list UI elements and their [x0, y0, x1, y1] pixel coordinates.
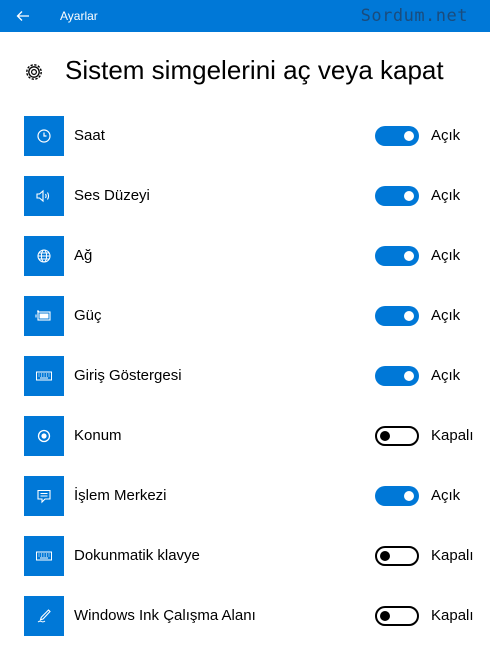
- watermark-text: Sordum.net: [360, 6, 468, 26]
- action-center-icon: [24, 476, 64, 516]
- toggle-knob: [404, 491, 414, 501]
- clock-icon: [24, 116, 64, 156]
- list-item-location: Konum Kapalı: [0, 416, 490, 476]
- battery-icon: [24, 296, 64, 336]
- toggle-switch[interactable]: [375, 126, 419, 146]
- toggle-knob: [380, 611, 390, 621]
- keyboard-icon: [24, 356, 64, 396]
- item-label: Ağ: [74, 247, 93, 264]
- list-item-action-center: İşlem Merkezi Açık: [0, 476, 490, 536]
- toggle-switch[interactable]: [375, 426, 419, 446]
- toggle-switch[interactable]: [375, 546, 419, 566]
- list-item-clock: Saat Açık: [0, 116, 490, 176]
- toggle-knob: [380, 431, 390, 441]
- toggle-knob: [404, 311, 414, 321]
- list-item-volume: Ses Düzeyi Açık: [0, 176, 490, 236]
- toggle-state: Açık: [431, 187, 461, 204]
- toggle-switch[interactable]: [375, 486, 419, 506]
- item-label: Konum: [74, 427, 122, 444]
- toggle-state: Açık: [431, 127, 461, 144]
- list-item-touch-keyboard: Dokunmatik klavye Kapalı: [0, 536, 490, 596]
- toggle-state: Kapalı: [431, 427, 474, 444]
- toggle-switch[interactable]: [375, 366, 419, 386]
- speaker-icon: [24, 176, 64, 216]
- toggle-switch[interactable]: [375, 306, 419, 326]
- toggle-knob: [404, 371, 414, 381]
- back-arrow-icon: [16, 11, 29, 21]
- toggle-state: Açık: [431, 307, 461, 324]
- back-button[interactable]: [0, 0, 46, 32]
- item-label: İşlem Merkezi: [74, 487, 167, 504]
- item-label: Giriş Göstergesi: [74, 367, 182, 384]
- toggle-state: Açık: [431, 247, 461, 264]
- gear-icon: [26, 64, 42, 80]
- toggle-state: Açık: [431, 367, 461, 384]
- item-label: Windows Ink Çalışma Alanı: [74, 607, 256, 624]
- toggle-knob: [404, 131, 414, 141]
- item-label: Saat: [74, 127, 105, 144]
- title-bar: Ayarlar Sordum.net: [0, 0, 490, 32]
- list-item-power: Güç Açık: [0, 296, 490, 356]
- item-label: Dokunmatik klavye: [74, 547, 200, 564]
- app-title: Ayarlar: [60, 9, 98, 23]
- item-label: Güç: [74, 307, 102, 324]
- toggle-knob: [380, 551, 390, 561]
- toggle-knob: [404, 251, 414, 261]
- toggle-knob: [404, 191, 414, 201]
- globe-icon: [24, 236, 64, 276]
- list-item-network: Ağ Açık: [0, 236, 490, 296]
- page-title: Sistem simgelerini aç veya kapat: [65, 55, 444, 85]
- toggle-state: Kapalı: [431, 607, 474, 624]
- item-label: Ses Düzeyi: [74, 187, 150, 204]
- toggle-switch[interactable]: [375, 606, 419, 626]
- location-icon: [24, 416, 64, 456]
- touch-keyboard-icon: [24, 536, 64, 576]
- toggle-switch[interactable]: [375, 246, 419, 266]
- pen-icon: [24, 596, 64, 636]
- toggle-state: Kapalı: [431, 547, 474, 564]
- toggle-state: Açık: [431, 487, 461, 504]
- toggle-switch[interactable]: [375, 186, 419, 206]
- list-item-input-indicator: Giriş Göstergesi Açık: [0, 356, 490, 416]
- list-item-windows-ink: Windows Ink Çalışma Alanı Kapalı: [0, 596, 490, 656]
- system-icons-list: Saat Açık Ses Düzeyi Açık Ağ Açık Güç Aç…: [0, 116, 490, 656]
